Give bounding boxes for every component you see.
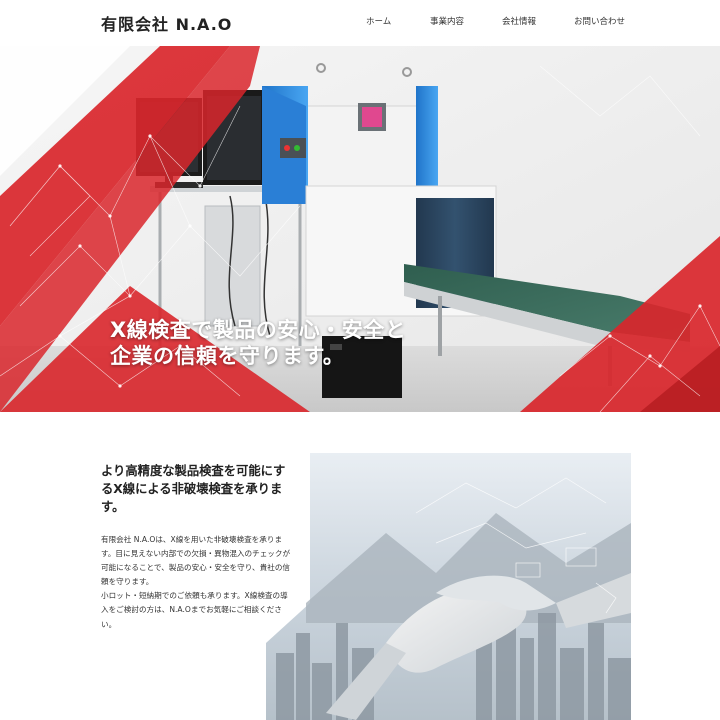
hero-banner: X線検査で製品の安心・安全と 企業の信頼を守ります。 [0,46,720,412]
site-header: 有限会社 N.A.O ホーム 事業内容 会社情報 お問い合わせ [0,0,720,46]
intro-section: より高精度な製品検査を可能にするX線による非破壊検査を承ります。 有限会社 N.… [0,412,720,720]
intro-paragraph: 小ロット・短納期でのご依頼も承ります。X線検査の導入をご検討の方は、N.A.Oま… [101,591,288,629]
nav-company[interactable]: 会社情報 [502,15,536,27]
nav-home[interactable]: ホーム [366,15,391,27]
intro-paragraph: 有限会社 N.A.Oは、X線を用いた非破壊検査を承ります。目に見えない内部での欠… [101,535,291,587]
handshake-illustration [266,453,631,720]
nav-services[interactable]: 事業内容 [430,15,464,27]
hero-headline: X線検査で製品の安心・安全と 企業の信頼を守ります。 [110,317,406,369]
hero-headline-line2: 企業の信頼を守ります。 [110,344,345,368]
handshake-image [266,453,631,720]
hero-headline-line1: X線検査で製品の安心・安全と [110,318,407,342]
nav-contact[interactable]: お問い合わせ [574,15,625,27]
main-nav: ホーム 事業内容 会社情報 お問い合わせ [0,15,720,31]
intro-body: 有限会社 N.A.Oは、X線を用いた非破壊検査を承ります。目に見えない内部での欠… [101,533,293,632]
